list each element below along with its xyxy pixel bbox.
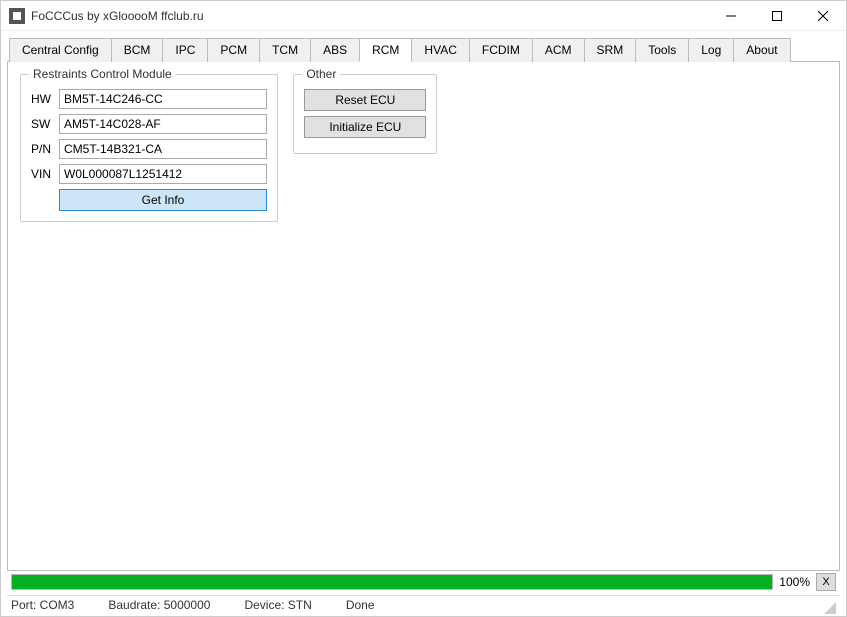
tab-bcm[interactable]: BCM (111, 38, 164, 62)
tab-ipc[interactable]: IPC (162, 38, 208, 62)
hw-label: HW (31, 92, 59, 106)
progress-row: 100% X (7, 571, 840, 595)
get-info-button[interactable]: Get Info (59, 189, 267, 211)
status-port: Port: COM3 (11, 598, 74, 614)
tab-acm[interactable]: ACM (532, 38, 585, 62)
status-state: Done (346, 598, 375, 614)
progress-cancel-button[interactable]: X (816, 573, 836, 591)
tab-strip: Central ConfigBCMIPCPCMTCMABSRCMHVACFCDI… (7, 37, 840, 62)
window-controls (708, 1, 846, 31)
tab-hvac[interactable]: HVAC (411, 38, 469, 62)
progress-percent-label: 100% (779, 575, 810, 589)
tab-pcm[interactable]: PCM (207, 38, 260, 62)
tab-abs[interactable]: ABS (310, 38, 360, 62)
pn-label: P/N (31, 142, 59, 156)
restraints-control-module-group: Restraints Control Module HW SW P/N VIN … (20, 74, 278, 222)
close-icon (818, 11, 828, 21)
tab-srm[interactable]: SRM (584, 38, 637, 62)
titlebar: FoCCCus by xGlooooM ffclub.ru (1, 1, 846, 31)
tab-fcdim[interactable]: FCDIM (469, 38, 533, 62)
reset-ecu-button[interactable]: Reset ECU (304, 89, 426, 111)
tab-about[interactable]: About (733, 38, 790, 62)
minimize-button[interactable] (708, 1, 754, 31)
tab-rcm[interactable]: RCM (359, 38, 412, 62)
maximize-icon (772, 11, 782, 21)
hw-row: HW (31, 89, 267, 109)
status-baudrate: Baudrate: 5000000 (108, 598, 210, 614)
hw-input[interactable] (59, 89, 267, 109)
resize-grip-icon[interactable] (820, 598, 836, 614)
maximize-button[interactable] (754, 1, 800, 31)
tab-content-rcm: Restraints Control Module HW SW P/N VIN … (7, 62, 840, 571)
initialize-ecu-button[interactable]: Initialize ECU (304, 116, 426, 138)
sw-label: SW (31, 117, 59, 131)
progress-fill (12, 575, 772, 589)
progress-bar (11, 574, 773, 590)
statusbar: Port: COM3 Baudrate: 5000000 Device: STN… (7, 595, 840, 616)
vin-row: VIN (31, 164, 267, 184)
sw-input[interactable] (59, 114, 267, 134)
tab-tcm[interactable]: TCM (259, 38, 311, 62)
window-title: FoCCCus by xGlooooM ffclub.ru (31, 9, 708, 23)
pn-row: P/N (31, 139, 267, 159)
minimize-icon (726, 11, 736, 21)
group-legend: Other (302, 67, 340, 81)
sw-row: SW (31, 114, 267, 134)
tab-tools[interactable]: Tools (635, 38, 689, 62)
other-group: Other Reset ECU Initialize ECU (293, 74, 437, 154)
group-legend: Restraints Control Module (29, 67, 176, 81)
close-button[interactable] (800, 1, 846, 31)
vin-input[interactable] (59, 164, 267, 184)
app-icon (9, 8, 25, 24)
pn-input[interactable] (59, 139, 267, 159)
status-device: Device: STN (244, 598, 311, 614)
tab-log[interactable]: Log (688, 38, 734, 62)
tab-central-config[interactable]: Central Config (9, 38, 112, 62)
vin-label: VIN (31, 167, 59, 181)
